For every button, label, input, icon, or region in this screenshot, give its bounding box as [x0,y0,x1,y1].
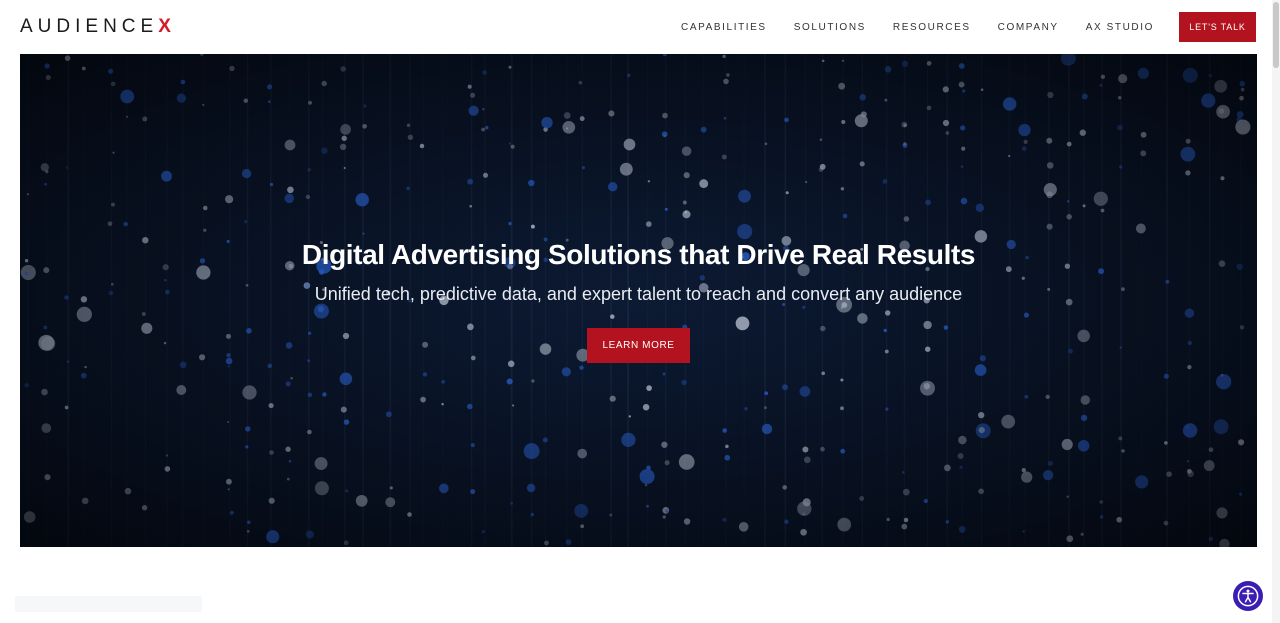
nav-capabilities[interactable]: CAPABILITIES [681,22,767,33]
nav-solutions[interactable]: SOLUTIONS [794,22,866,33]
audiencex-logo[interactable]: AUDIENCE X [20,15,171,39]
logo-accent: X [158,16,171,37]
lets-talk-button[interactable]: LET'S TALK [1179,12,1256,42]
accessibility-button[interactable] [1233,581,1263,611]
learn-more-button[interactable]: LEARN MORE [587,328,690,363]
faint-overlay-bar [15,596,202,612]
accessibility-icon [1237,585,1259,607]
hero-title: Digital Advertising Solutions that Drive… [301,239,976,270]
nav-ax-studio[interactable]: AX STUDIO [1086,22,1154,33]
scrollbar-thumb[interactable] [1273,2,1279,68]
page-scrollbar[interactable] [1272,0,1280,623]
nav-resources[interactable]: RESOURCES [893,22,971,33]
hero-banner: Digital Advertising Solutions that Drive… [20,54,1257,547]
page: AUDIENCE X CAPABILITIES SOLUTIONS RESOURC… [0,0,1280,623]
main-nav: CAPABILITIES SOLUTIONS RESOURCES COMPANY… [654,12,1256,42]
hero-subtitle: Unified tech, predictive data, and exper… [314,284,963,304]
logo-text: AUDIENCE [20,16,159,37]
site-header: AUDIENCE X CAPABILITIES SOLUTIONS RESOURC… [0,0,1280,54]
nav-company[interactable]: COMPANY [998,22,1059,33]
